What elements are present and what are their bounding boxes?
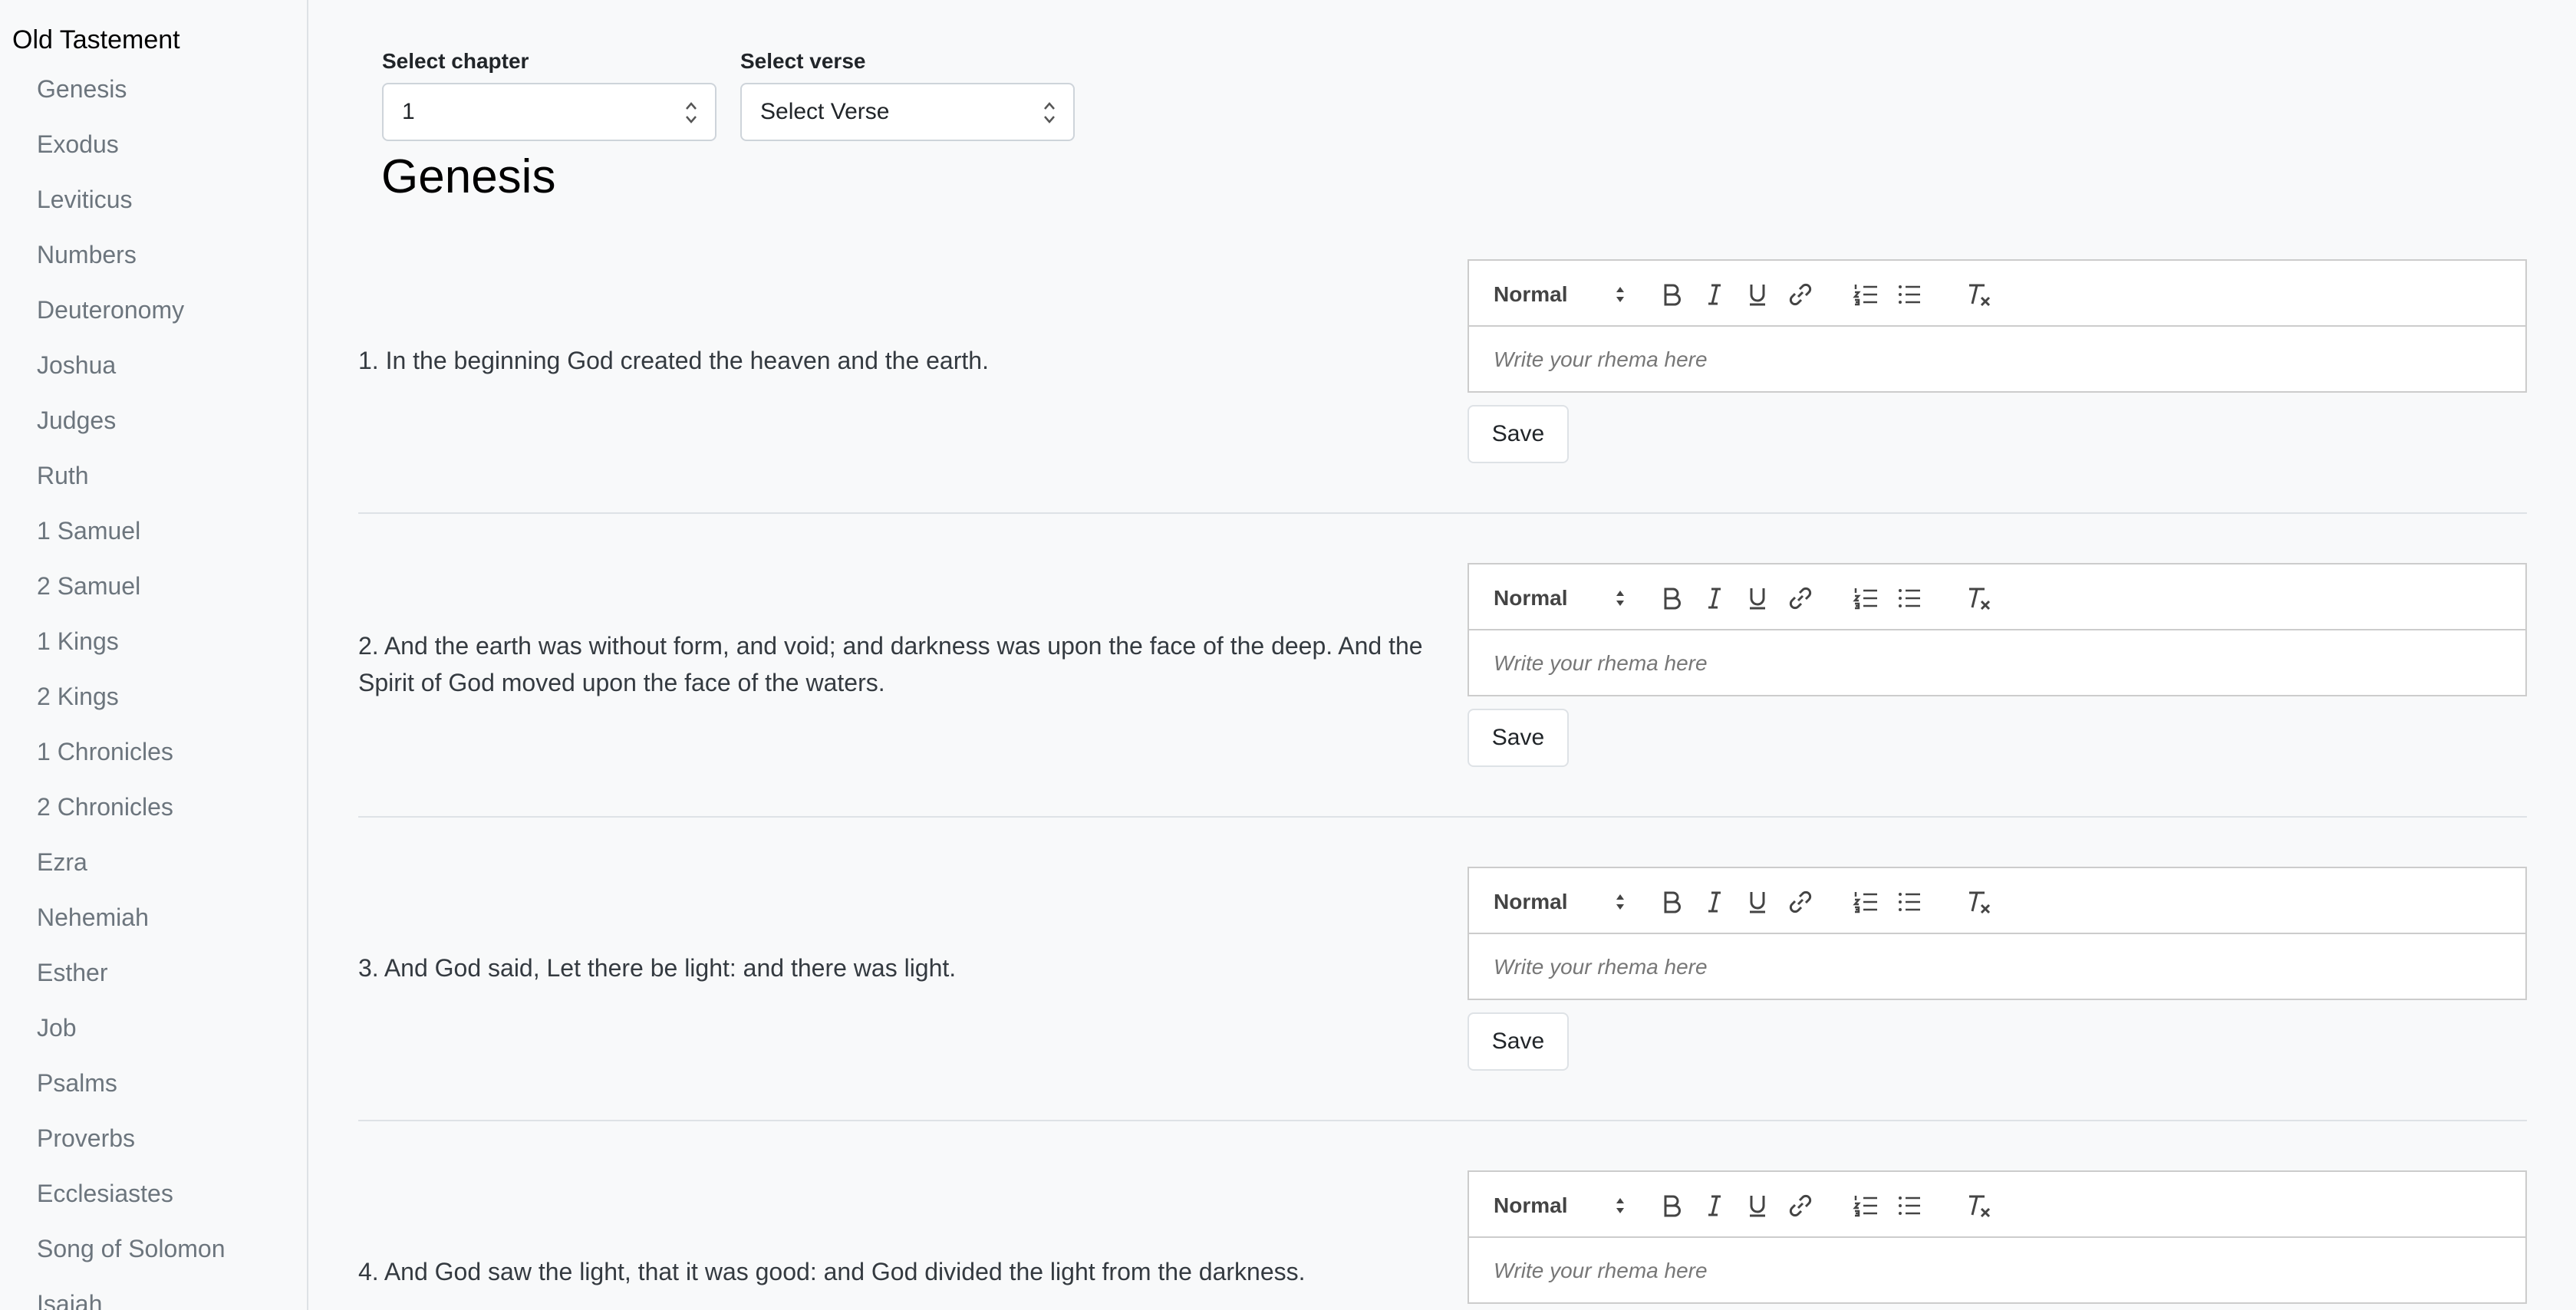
bullet-list-icon[interactable] <box>1894 887 1925 917</box>
sidebar-item-2-chronicles[interactable]: 2 Chronicles <box>37 790 226 845</box>
sidebar-item-job[interactable]: Job <box>37 1011 226 1066</box>
clear-format-icon[interactable] <box>1963 1190 1994 1221</box>
verse-select-label: Select verse <box>740 49 866 73</box>
bullet-list-icon[interactable] <box>1894 279 1925 310</box>
sidebar-item-judges[interactable]: Judges <box>37 403 226 459</box>
sidebar: Old Tastement Genesis Exodus Leviticus N… <box>0 0 308 1310</box>
app-root: Old Tastement Genesis Exodus Leviticus N… <box>0 0 2576 1310</box>
sidebar-item-song-of-solomon[interactable]: Song of Solomon <box>37 1232 226 1287</box>
italic-icon[interactable] <box>1699 887 1730 917</box>
ordered-list-icon[interactable] <box>1851 887 1882 917</box>
editor-toolbar: Normal <box>1469 868 2525 934</box>
verse-select[interactable]: Select Verse <box>740 83 1075 141</box>
clear-format-icon[interactable] <box>1963 279 1994 310</box>
rhema-input[interactable]: Write your rhema here <box>1494 1238 1708 1304</box>
format-select[interactable]: Normal <box>1494 583 1632 614</box>
chevron-up-down-icon <box>686 102 697 123</box>
editor-toolbar: Normal <box>1469 1172 2525 1238</box>
bold-icon[interactable] <box>1656 887 1687 917</box>
sidebar-item-nehemiah[interactable]: Nehemiah <box>37 900 226 956</box>
sidebar-item-1-samuel[interactable]: 1 Samuel <box>37 514 226 569</box>
sidebar-item-1-chronicles[interactable]: 1 Chronicles <box>37 735 226 790</box>
underline-icon[interactable] <box>1742 583 1773 614</box>
verse-text: 3. And God said, Let there be light: and… <box>358 954 957 982</box>
main-content: Select chapter 1 Select verse Select Ver… <box>308 0 2576 1310</box>
page-title: Genesis <box>381 150 556 203</box>
verse-text: 2. And the earth was without form, and v… <box>358 632 1423 696</box>
rhema-input[interactable]: Write your rhema here <box>1494 934 1708 1000</box>
sidebar-item-numbers[interactable]: Numbers <box>37 238 226 293</box>
sidebar-item-genesis[interactable]: Genesis <box>37 72 226 127</box>
clear-format-icon[interactable] <box>1963 887 1994 917</box>
sidebar-item-2-samuel[interactable]: 2 Samuel <box>37 569 226 624</box>
verse-text: 4. And God saw the light, that it was go… <box>358 1258 1306 1285</box>
format-select-value: Normal <box>1494 890 1568 913</box>
ordered-list-icon[interactable] <box>1851 279 1882 310</box>
verse-text: 1. In the beginning God created the heav… <box>358 347 989 374</box>
divider <box>358 1120 2527 1121</box>
bold-icon[interactable] <box>1656 1190 1687 1221</box>
save-button[interactable]: Save <box>1468 1012 1569 1071</box>
format-select[interactable]: Normal <box>1494 279 1632 310</box>
underline-icon[interactable] <box>1742 887 1773 917</box>
save-button[interactable]: Save <box>1468 709 1569 767</box>
sidebar-item-psalms[interactable]: Psalms <box>37 1066 226 1121</box>
italic-icon[interactable] <box>1699 583 1730 614</box>
ordered-list-icon[interactable] <box>1851 583 1882 614</box>
sidebar-heading: Old Tastement <box>12 25 180 54</box>
sidebar-item-ruth[interactable]: Ruth <box>37 459 226 514</box>
chevron-up-down-icon <box>1044 102 1055 123</box>
chapter-select-value: 1 <box>402 99 415 124</box>
rhema-input[interactable]: Write your rhema here <box>1494 327 1708 393</box>
format-select-value: Normal <box>1494 282 1568 306</box>
divider <box>358 816 2527 818</box>
sidebar-item-leviticus[interactable]: Leviticus <box>37 183 226 238</box>
bold-icon[interactable] <box>1656 279 1687 310</box>
book-list: Genesis Exodus Leviticus Numbers Deutero… <box>37 72 226 1310</box>
ordered-list-icon[interactable] <box>1851 1190 1882 1221</box>
link-icon[interactable] <box>1785 279 1816 310</box>
editor-toolbar: Normal <box>1469 261 2525 327</box>
rhema-editor: Normal Write your rhema here <box>1468 259 2527 393</box>
italic-icon[interactable] <box>1699 1190 1730 1221</box>
format-select-value: Normal <box>1494 586 1568 610</box>
chapter-select[interactable]: 1 <box>382 83 716 141</box>
underline-icon[interactable] <box>1742 1190 1773 1221</box>
sidebar-item-1-kings[interactable]: 1 Kings <box>37 624 226 680</box>
bullet-list-icon[interactable] <box>1894 1190 1925 1221</box>
save-button[interactable]: Save <box>1468 405 1569 463</box>
divider <box>358 512 2527 514</box>
underline-icon[interactable] <box>1742 279 1773 310</box>
sort-arrows-icon <box>1616 591 1624 606</box>
rhema-editor: Normal Write your rhema here <box>1468 563 2527 696</box>
bullet-list-icon[interactable] <box>1894 583 1925 614</box>
sidebar-item-2-kings[interactable]: 2 Kings <box>37 680 226 735</box>
editor-toolbar: Normal <box>1469 564 2525 630</box>
rhema-editor: Normal Write your rhema here <box>1468 1170 2527 1304</box>
sidebar-item-ecclesiastes[interactable]: Ecclesiastes <box>37 1177 226 1232</box>
sidebar-item-esther[interactable]: Esther <box>37 956 226 1011</box>
chapter-select-label: Select chapter <box>382 49 529 73</box>
sidebar-item-exodus[interactable]: Exodus <box>37 127 226 183</box>
link-icon[interactable] <box>1785 887 1816 917</box>
format-select[interactable]: Normal <box>1494 887 1632 917</box>
format-select-value: Normal <box>1494 1193 1568 1217</box>
sidebar-item-joshua[interactable]: Joshua <box>37 348 226 403</box>
format-select[interactable]: Normal <box>1494 1190 1632 1221</box>
sidebar-item-deuteronomy[interactable]: Deuteronomy <box>37 293 226 348</box>
italic-icon[interactable] <box>1699 279 1730 310</box>
sort-arrows-icon <box>1616 287 1624 302</box>
rhema-editor: Normal Write your rhema here <box>1468 867 2527 1000</box>
sort-arrows-icon <box>1616 894 1624 910</box>
link-icon[interactable] <box>1785 1190 1816 1221</box>
rhema-input[interactable]: Write your rhema here <box>1494 630 1708 696</box>
bold-icon[interactable] <box>1656 583 1687 614</box>
sort-arrows-icon <box>1616 1198 1624 1213</box>
sidebar-item-proverbs[interactable]: Proverbs <box>37 1121 226 1177</box>
link-icon[interactable] <box>1785 583 1816 614</box>
clear-format-icon[interactable] <box>1963 583 1994 614</box>
sidebar-item-ezra[interactable]: Ezra <box>37 845 226 900</box>
verse-select-value: Select Verse <box>760 99 890 124</box>
sidebar-item-isaiah[interactable]: Isaiah <box>37 1287 226 1310</box>
